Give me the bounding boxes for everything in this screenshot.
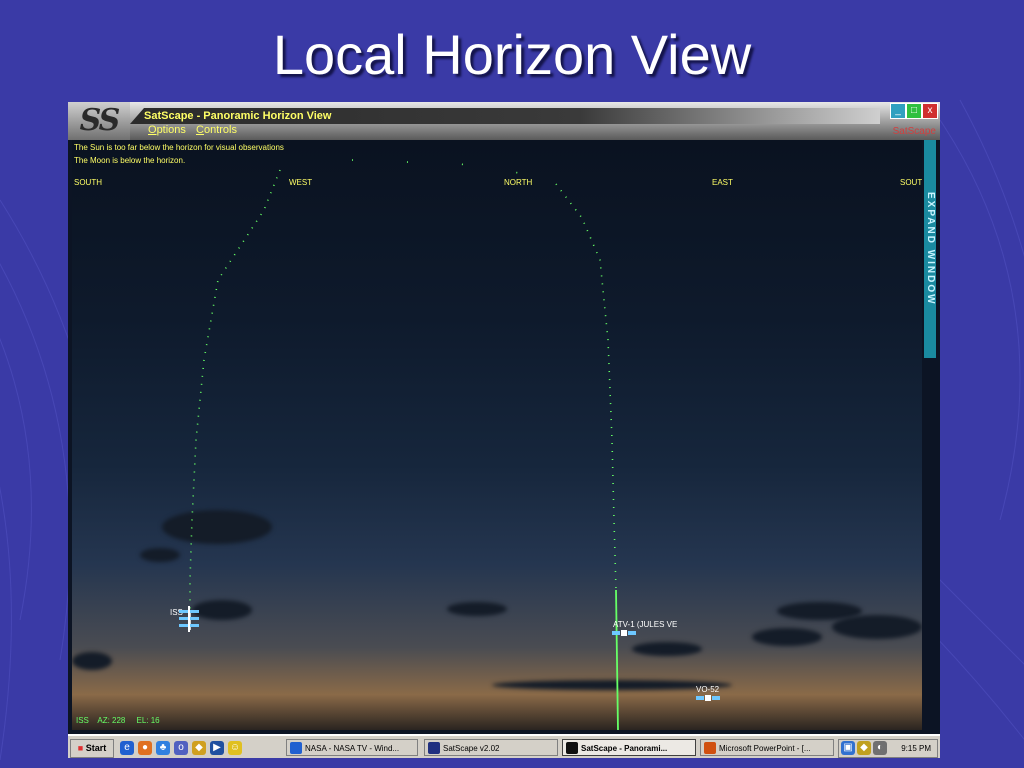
atv-trail-solid <box>615 589 619 730</box>
sat-label-atv1[interactable]: ATV-1 (JULES VE <box>613 620 677 629</box>
menu-options[interactable]: Options <box>148 124 186 136</box>
menu-controls[interactable]: Controls <box>196 124 237 136</box>
compass-south: SOUTH <box>74 178 102 187</box>
tray-app-icon[interactable]: ◆ <box>857 741 871 755</box>
satscape-icon <box>428 742 440 754</box>
window-title: SatScape - Panoramic Horizon View <box>144 110 332 122</box>
horizon-view[interactable]: The Sun is too far below the horizon for… <box>72 140 922 730</box>
windows-logo-icon: ■ <box>77 743 84 753</box>
status-az: AZ: 228 <box>97 716 126 725</box>
task-satscape-panoramic[interactable]: SatScape - Panorami... <box>562 739 696 756</box>
satellite-icon[interactable] <box>696 695 720 701</box>
task-nasa-tv[interactable]: NASA - NASA TV - Wind... <box>286 739 418 756</box>
compass-south-wrap: SOUT <box>900 178 922 187</box>
firefox-icon[interactable]: ● <box>138 741 152 755</box>
powerpoint-icon <box>704 742 716 754</box>
close-button[interactable]: x <box>922 103 938 119</box>
slide-title: Local Horizon View <box>272 23 752 86</box>
msn-icon[interactable]: ♣ <box>156 741 170 755</box>
minimize-button[interactable]: _ <box>890 103 906 119</box>
iss-trajectory <box>189 169 281 610</box>
task-powerpoint[interactable]: Microsoft PowerPoint - [... <box>700 739 834 756</box>
app-logo: SS <box>68 102 130 140</box>
status-readout: ISS AZ: 228 EL: 16 <box>76 716 160 725</box>
media-player-icon[interactable]: ▶ <box>210 741 224 755</box>
sat-label-vo52[interactable]: VO-52 <box>696 685 719 694</box>
app-titlebar: SS SatScape - Panoramic Horizon View Opt… <box>68 102 940 140</box>
outlook-icon[interactable]: o <box>174 741 188 755</box>
compass-north: NORTH <box>504 178 533 187</box>
compass-west: WEST <box>289 178 313 187</box>
window-icon <box>566 742 578 754</box>
satellite-icon[interactable] <box>178 606 200 632</box>
clock: 9:15 PM <box>901 744 931 753</box>
volume-icon[interactable]: ◐ <box>873 741 887 755</box>
atv-trajectory <box>555 183 617 591</box>
status-sat: ISS <box>76 716 89 725</box>
expand-window-button[interactable]: EXPAND WINDOW <box>924 140 936 358</box>
trajectory-layer <box>189 159 619 730</box>
system-tray: ▣ ◆ ◐ 9:15 PM <box>838 739 938 758</box>
sun-status: The Sun is too far below the horizon for… <box>74 143 284 152</box>
compass-east: EAST <box>712 178 733 187</box>
start-button[interactable]: ■ Start <box>70 739 114 758</box>
ie-icon[interactable]: e <box>120 741 134 755</box>
brand-label: SatScape <box>892 126 936 137</box>
messenger-icon[interactable]: ☺ <box>228 741 242 755</box>
winamp-icon[interactable]: ◆ <box>192 741 206 755</box>
satscape-window: SS SatScape - Panoramic Horizon View Opt… <box>68 102 940 758</box>
status-el: EL: 16 <box>136 716 160 725</box>
task-satscape[interactable]: SatScape v2.02 <box>424 739 558 756</box>
high-pass-dots <box>351 159 527 175</box>
network-icon[interactable]: ▣ <box>841 741 855 755</box>
taskbar: ■ Start e ● ♣ o ◆ ▶ ☺ NASA - NASA TV - W… <box>68 734 940 758</box>
maximize-button[interactable]: □ <box>906 103 922 119</box>
moon-status: The Moon is below the horizon. <box>74 156 186 165</box>
satellite-icon[interactable] <box>612 630 636 636</box>
ie-icon <box>290 742 302 754</box>
